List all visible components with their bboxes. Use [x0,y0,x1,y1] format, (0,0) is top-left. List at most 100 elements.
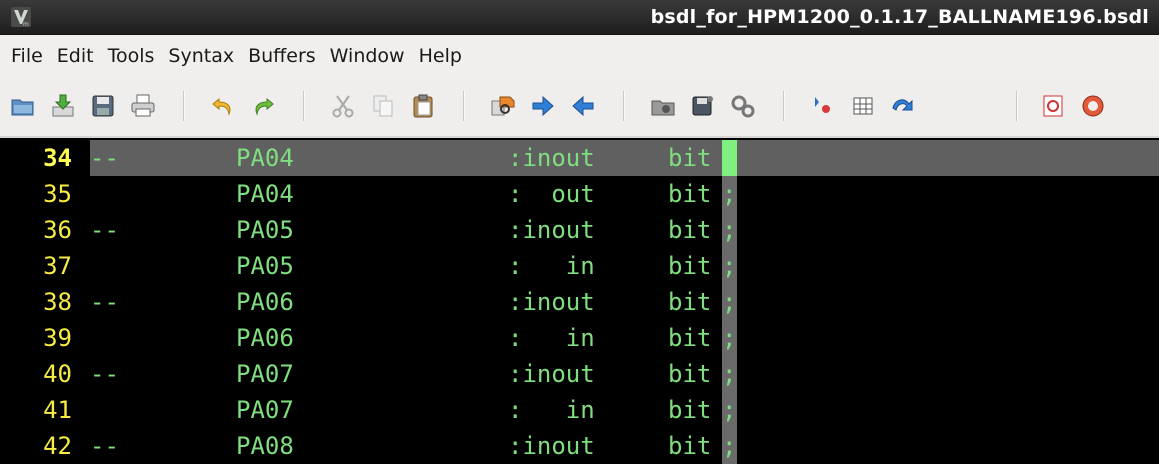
line-direction: : out [508,180,595,208]
line-type: bit [668,432,712,460]
line-number: 37 [43,252,72,280]
line-term: ; [722,396,737,424]
line-name: PA06 [236,288,294,316]
line-name: PA06 [236,324,294,352]
line-direction: :inout [508,360,595,388]
line-term: ; [722,432,737,460]
run-script-icon[interactable] [730,93,756,119]
editor-area[interactable]: 34 -- PA04 :inout bit; 35 PA04 : out bit; 36 -- PA0… [0,140,1159,464]
save-session-icon[interactable] [690,93,716,119]
save-icon[interactable] [90,93,116,119]
line-number: 40 [43,360,72,388]
line-name: PA07 [236,360,294,388]
line-type: bit [668,180,712,208]
line-number: 36 [43,216,72,244]
paste-icon[interactable] [410,93,436,119]
line-term: ; [722,180,737,208]
line-direction: :inout [508,288,595,316]
redo-icon[interactable] [250,93,276,119]
code-line[interactable]: 42 -- PA08 :inout bit; [0,428,1159,464]
line-direction: : in [508,252,595,280]
toolbar-separator [303,91,305,121]
cut-icon[interactable] [330,93,356,119]
line-comment: -- [90,144,119,172]
find-next-icon[interactable] [530,93,556,119]
line-term: ; [722,324,737,352]
toolbar-separator [463,91,465,121]
code-line[interactable]: 41 PA07 : in bit; [0,392,1159,428]
menu-window[interactable]: Window [323,42,412,70]
line-name: PA08 [236,432,294,460]
menu-tools[interactable]: Tools [101,42,162,70]
line-name: PA04 [236,180,294,208]
cursor [722,140,737,176]
shell-icon[interactable] [850,93,876,119]
line-content: -- PA07 :inout bit; [90,356,1159,392]
line-direction: : in [508,324,595,352]
toolbar-separator [783,91,785,121]
help-icon[interactable] [1040,93,1066,119]
line-number: 42 [43,432,72,460]
line-number: 34 [43,144,72,172]
line-number: 41 [43,396,72,424]
line-term: ; [722,288,737,316]
line-number: 35 [43,180,72,208]
code-line[interactable]: 40 -- PA07 :inout bit; [0,356,1159,392]
svg-text:m: m [23,21,29,28]
make-icon[interactable] [810,93,836,119]
find-replace-icon[interactable] [490,93,516,119]
line-direction: :inout [508,432,595,460]
line-term: ; [722,216,737,244]
toolbar [0,77,1159,138]
line-content: PA06 : in bit; [90,320,1159,356]
copy-icon[interactable] [370,93,396,119]
line-content: PA05: in bit; [90,248,1159,284]
line-type: bit [668,288,712,316]
code-line[interactable]: 36 -- PA05 :inout bit; [0,212,1159,248]
line-direction: :inout [508,216,595,244]
line-type: bit [668,144,712,172]
code-line[interactable]: 38 -- PA06:inout bit; [0,284,1159,320]
code-line[interactable]: 39 PA06 : in bit; [0,320,1159,356]
line-comment: -- [90,432,119,460]
code-line[interactable]: 34--PA04:inoutbit; [0,140,1159,176]
code-line[interactable]: 35 PA04 : out bit; [0,176,1159,212]
find-previous-icon[interactable] [570,93,596,119]
save-download-icon[interactable] [50,93,76,119]
open-icon[interactable] [10,93,36,119]
menu-edit[interactable]: Edit [50,42,101,70]
load-session-icon[interactable] [650,93,676,119]
line-number: 39 [43,324,72,352]
line-comment: -- [90,216,119,244]
line-comment: -- [90,288,119,316]
line-direction: : in [508,396,595,424]
line-content: -- PA06 :inout bit; [90,284,1159,320]
jump-tag-icon[interactable] [890,93,916,119]
line-type: bit [668,252,712,280]
menu-buffers[interactable]: Buffers [241,42,323,70]
menu-syntax[interactable]: Syntax [161,42,241,70]
toolbar-separator [623,91,625,121]
menu-bar: File Edit Tools Syntax Buffers Window Help [0,35,1159,77]
line-name: PA07 [236,396,294,424]
line-content: -- PA08 :inout bit; [90,428,1159,464]
line-term: ; [722,252,737,280]
line-comment: -- [90,360,119,388]
print-icon[interactable] [130,93,156,119]
menu-help[interactable]: Help [412,42,469,70]
find-help-icon[interactable] [1080,93,1106,119]
line-type: bit [668,324,712,352]
menu-file[interactable]: File [4,42,50,70]
line-content: PA07 : in bit; [90,392,1159,428]
vim-logo-icon[interactable]: m [10,6,32,28]
window-title: bsdl_for_HPM1200_0.1.17_BALLNAME196.bsdl [650,6,1149,28]
line-name: PA04 [236,144,294,172]
line-type: bit [668,396,712,424]
line-term: ; [722,360,737,388]
toolbar-separator [1016,91,1018,121]
line-type: bit [668,216,712,244]
line-name: PA05 [236,216,294,244]
line-type: bit [668,360,712,388]
undo-icon[interactable] [210,93,236,119]
code-line[interactable]: 37 PA05: in bit; [0,248,1159,284]
